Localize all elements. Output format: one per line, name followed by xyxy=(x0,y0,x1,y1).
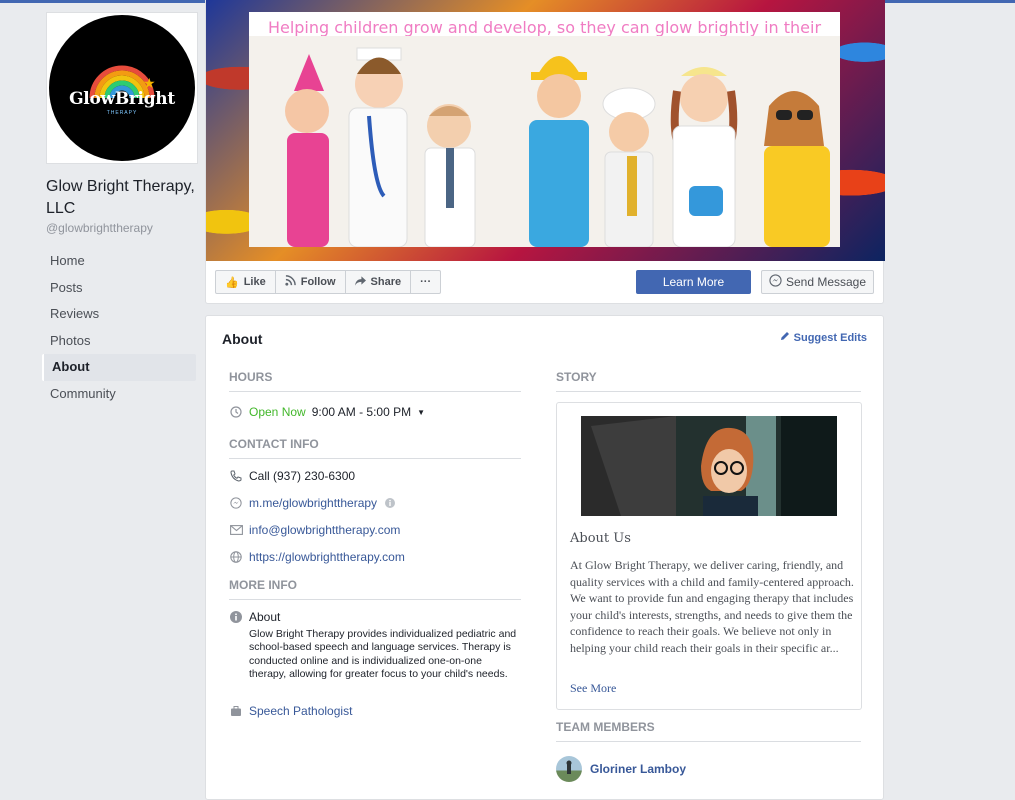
page-title: Glow Bright Therapy, LLC xyxy=(46,178,195,217)
globe-icon xyxy=(229,550,243,564)
nav-item-reviews[interactable]: Reviews xyxy=(42,301,196,328)
thumbs-up-icon: 👍 xyxy=(225,276,239,289)
category-link[interactable]: Speech Pathologist xyxy=(249,704,352,718)
nav-item-home[interactable]: Home xyxy=(42,248,196,275)
about-label: About xyxy=(249,610,281,624)
hours-heading: HOURS xyxy=(229,370,521,392)
follow-button[interactable]: Follow xyxy=(276,271,346,293)
about-row: About xyxy=(229,610,280,624)
open-status: Open Now xyxy=(249,405,306,419)
nav-item-photos[interactable]: Photos xyxy=(42,328,196,355)
cover-inner-frame: Helping children grow and develop, so th… xyxy=(249,12,840,247)
see-more-link[interactable]: See More xyxy=(570,681,616,696)
page-nav: Home Posts Reviews Photos About Communit… xyxy=(42,248,196,407)
messenger-icon xyxy=(229,496,243,510)
messenger-icon xyxy=(769,274,782,290)
follow-label: Follow xyxy=(300,276,336,288)
team-members-heading: TEAM MEMBERS xyxy=(556,720,861,742)
about-title: About xyxy=(222,331,263,347)
story-title: About Us xyxy=(570,531,631,546)
email-link[interactable]: info@glowbrighttherapy.com xyxy=(249,523,400,537)
contact-info-heading: CONTACT INFO xyxy=(229,437,521,459)
phone-number: Call (937) 230-6300 xyxy=(249,469,356,483)
more-dots-icon: ··· xyxy=(420,276,432,288)
website-link[interactable]: https://glowbrighttherapy.com xyxy=(249,550,405,564)
about-description: Glow Bright Therapy provides individuali… xyxy=(249,628,517,680)
clock-icon xyxy=(229,405,243,419)
caret-down-icon: ▼ xyxy=(417,407,426,417)
nav-item-posts[interactable]: Posts xyxy=(42,275,196,302)
send-message-button[interactable]: Send Message xyxy=(761,270,874,294)
suggest-edits-label: Suggest Edits xyxy=(793,331,867,344)
page-action-bar: 👍 Like Follow Share ··· xyxy=(215,270,442,294)
phone-icon xyxy=(229,469,243,483)
about-card: About Suggest Edits HOURS Open Now 9:00 … xyxy=(205,315,884,800)
briefcase-icon xyxy=(229,704,243,718)
phone-row[interactable]: Call (937) 230-6300 xyxy=(229,469,355,483)
page-handle[interactable]: @glowbrighttherapy xyxy=(46,221,153,235)
website-row[interactable]: https://glowbrighttherapy.com xyxy=(229,550,405,564)
share-arrow-icon xyxy=(354,275,366,289)
nav-item-community[interactable]: Community xyxy=(42,381,196,408)
cover-photo[interactable]: Helping children grow and develop, so th… xyxy=(206,0,885,261)
cover-card: Helping children grow and develop, so th… xyxy=(205,0,885,304)
hours-value: 9:00 AM - 5:00 PM xyxy=(311,405,412,419)
story-image xyxy=(581,416,837,516)
story-heading: STORY xyxy=(556,370,861,392)
logo-subtext: THERAPY xyxy=(106,110,138,116)
pencil-icon xyxy=(780,331,790,344)
avatar[interactable] xyxy=(556,756,582,782)
profile-picture[interactable]: ★ GlowBright THERAPY xyxy=(46,12,198,164)
like-button[interactable]: 👍 Like xyxy=(216,271,276,293)
story-text: At Glow Bright Therapy, we deliver carin… xyxy=(570,558,854,655)
logo: ★ GlowBright THERAPY xyxy=(49,15,195,161)
share-button[interactable]: Share xyxy=(346,271,412,293)
category-row[interactable]: Speech Pathologist xyxy=(229,704,352,718)
children-photo xyxy=(249,36,840,247)
messenger-link[interactable]: m.me/glowbrighttherapy xyxy=(249,496,377,510)
share-label: Share xyxy=(370,276,402,288)
rss-icon xyxy=(285,275,296,289)
story-card[interactable]: About Us At Glow Bright Therapy, we deli… xyxy=(556,402,862,710)
more-options-button[interactable]: ··· xyxy=(411,271,440,293)
envelope-icon xyxy=(229,523,243,537)
like-label: Like xyxy=(243,276,266,288)
more-info-heading: MORE INFO xyxy=(229,578,521,600)
info-icon[interactable] xyxy=(383,496,397,510)
team-member[interactable]: Gloriner Lamboy xyxy=(556,756,686,782)
team-member-name[interactable]: Gloriner Lamboy xyxy=(590,762,686,776)
logo-text: GlowBright xyxy=(69,89,175,109)
suggest-edits-link[interactable]: Suggest Edits xyxy=(780,331,867,344)
hours-row[interactable]: Open Now 9:00 AM - 5:00 PM ▼ xyxy=(229,405,425,419)
email-row[interactable]: info@glowbrighttherapy.com xyxy=(229,523,400,537)
messenger-row[interactable]: m.me/glowbrighttherapy xyxy=(229,496,397,510)
send-message-label: Send Message xyxy=(785,275,867,289)
nav-item-about[interactable]: About xyxy=(42,354,196,381)
learn-more-button[interactable]: Learn More xyxy=(636,270,751,294)
info-circle-icon xyxy=(229,610,243,624)
